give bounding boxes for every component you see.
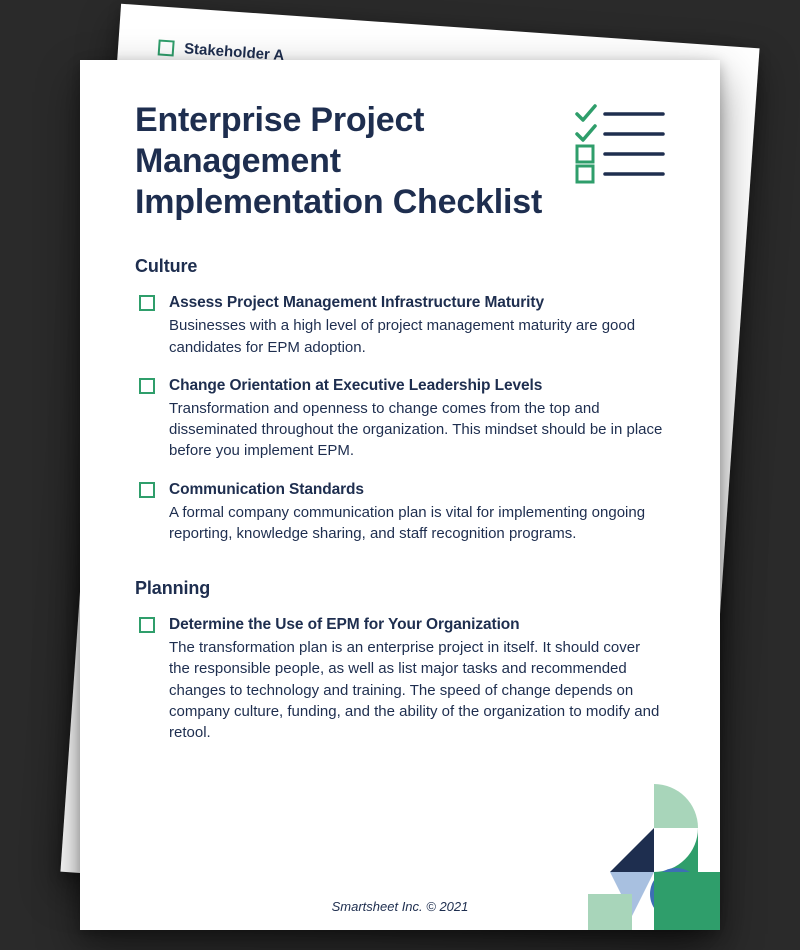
checklist-item: Change Orientation at Executive Leadersh… xyxy=(135,376,665,462)
page-title: Enterprise Project Management Implementa… xyxy=(135,100,553,222)
checkbox-icon xyxy=(139,617,155,633)
checklist-item: Communication Standards A formal company… xyxy=(135,480,665,545)
document-preview: Stakeholder A Enterprise Project Managem… xyxy=(0,0,800,950)
footer-text: Smartsheet Inc. © 2021 xyxy=(80,899,720,914)
section-title-culture: Culture xyxy=(135,256,665,277)
item-desc: A formal company communication plan is v… xyxy=(169,502,665,545)
item-title: Change Orientation at Executive Leadersh… xyxy=(169,376,665,397)
checklist-icon xyxy=(573,104,665,184)
item-desc: Businesses with a high level of project … xyxy=(169,315,665,358)
checkbox-icon xyxy=(158,39,175,56)
page-front: Enterprise Project Management Implementa… xyxy=(80,60,720,930)
checkbox-icon xyxy=(139,482,155,498)
checklist-item: Determine the Use of EPM for Your Organi… xyxy=(135,615,665,743)
checkbox-icon xyxy=(139,295,155,311)
header: Enterprise Project Management Implementa… xyxy=(135,100,665,222)
checkbox-icon xyxy=(139,378,155,394)
item-title: Communication Standards xyxy=(169,480,665,501)
item-desc: Transformation and openness to change co… xyxy=(169,398,665,462)
item-title: Assess Project Management Infrastructure… xyxy=(169,293,665,314)
checklist-item: Assess Project Management Infrastructure… xyxy=(135,293,665,358)
section-title-planning: Planning xyxy=(135,578,665,599)
item-desc: The transformation plan is an enterprise… xyxy=(169,637,665,743)
item-title: Determine the Use of EPM for Your Organi… xyxy=(169,615,665,636)
